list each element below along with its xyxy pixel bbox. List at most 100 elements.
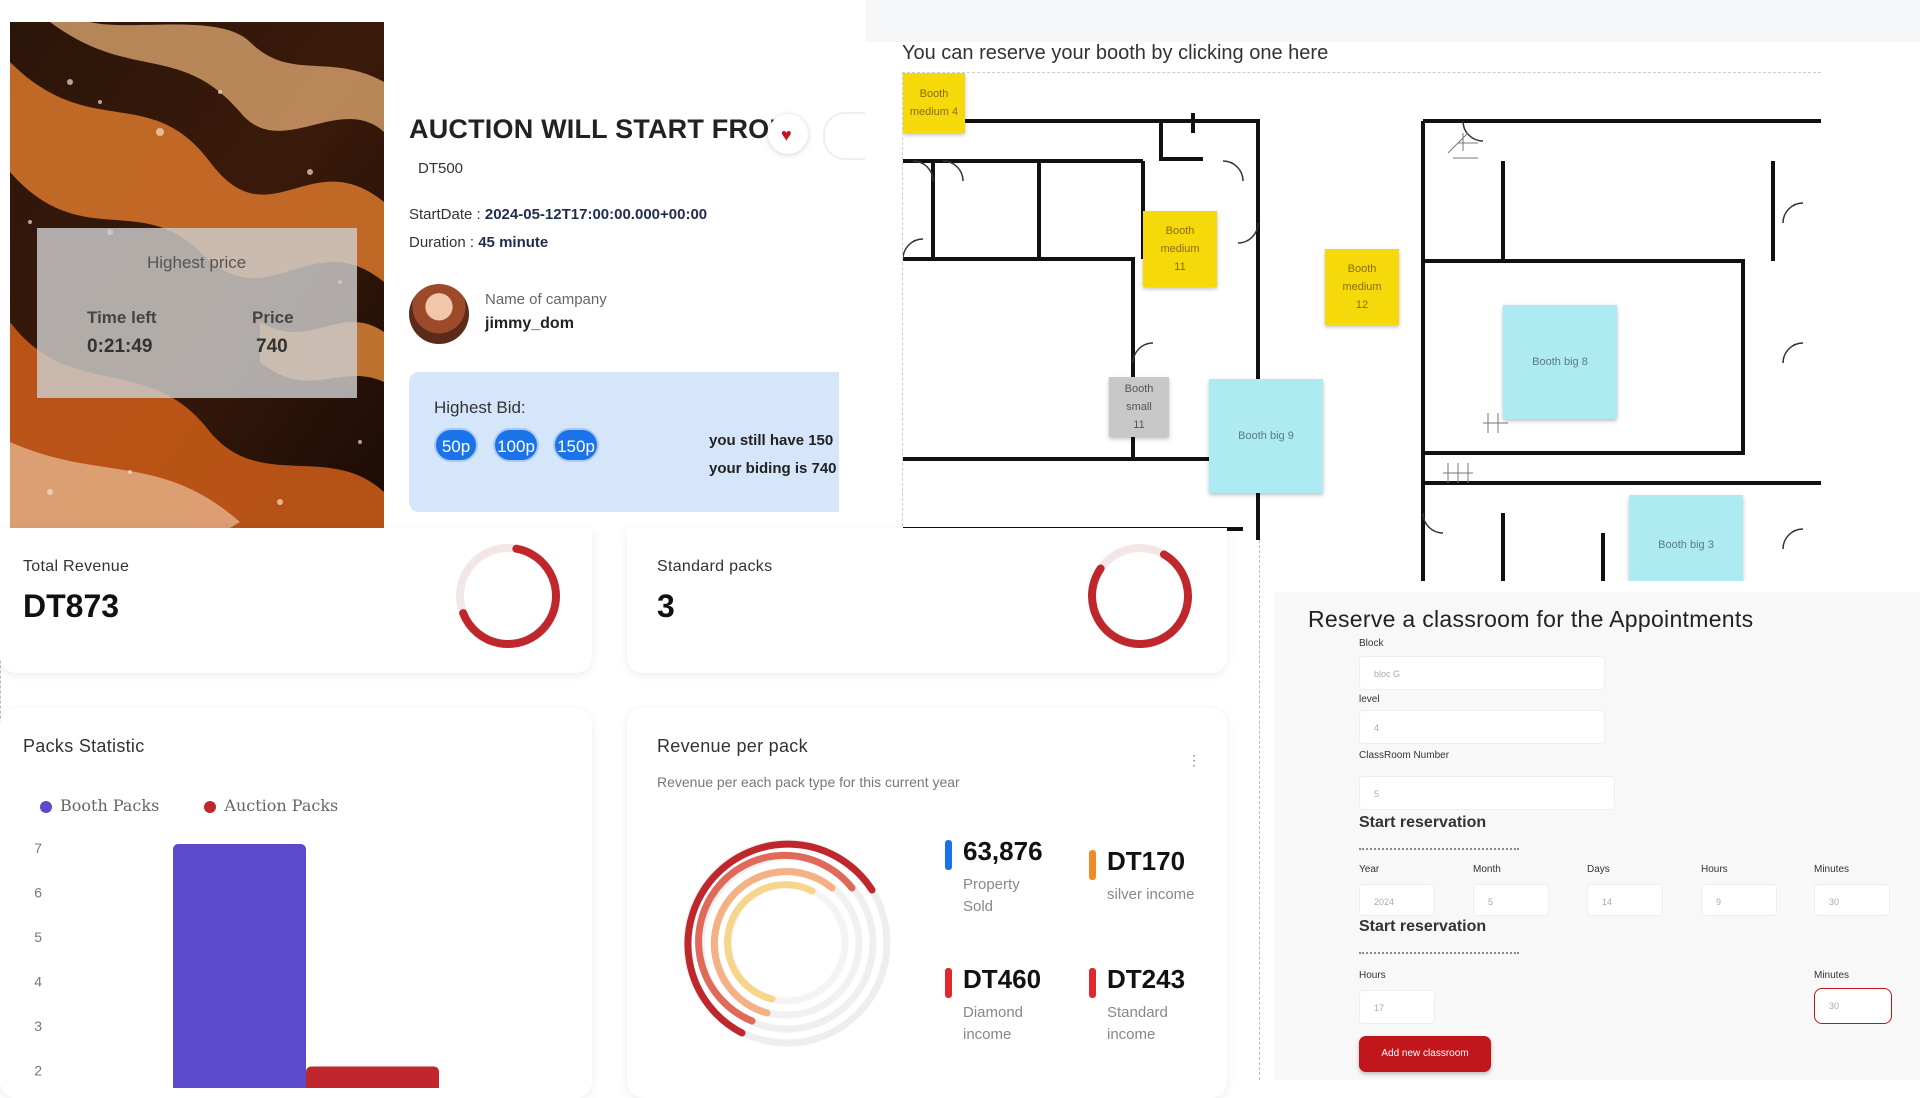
bid-100p-button[interactable]: 100p: [493, 428, 539, 462]
revenue-per-pack-title: Revenue per pack: [657, 736, 808, 756]
legend-dot-booth: [40, 800, 52, 813]
days-input[interactable]: 14: [1587, 884, 1663, 916]
total-revenue-label: Total Revenue: [23, 558, 130, 575]
highest-price-overlay: Highest price Time left 0:21:49 Price 74…: [37, 228, 357, 398]
month-input[interactable]: 5: [1473, 884, 1549, 916]
revenue-bar-red: [1089, 968, 1096, 998]
revenue-bar-blue: [945, 840, 952, 870]
y-tick-label: 7: [34, 840, 42, 856]
minutes-input[interactable]: 30: [1814, 884, 1890, 916]
your-bid-text: your biding is 740: [709, 460, 837, 477]
classroom-number-label: ClassRoom Number: [1359, 750, 1450, 761]
card-menu-icon[interactable]: ⋮: [1187, 752, 1201, 769]
highest-bid-panel: Highest Bid: 50p 100p 150p you still hav…: [409, 372, 839, 512]
carousel-next-button[interactable]: [823, 112, 865, 160]
block-label: Block: [1359, 638, 1384, 649]
booth-big-8[interactable]: Booth big 8: [1503, 305, 1617, 419]
revenue-per-pack-card: Revenue per pack Revenue per each pack t…: [627, 708, 1227, 1098]
booth-medium-4[interactable]: Booth medium 4: [903, 73, 965, 133]
booth-small-11-label: Booth small 11: [1124, 383, 1154, 431]
booth-medium-12[interactable]: Booth medium 12: [1325, 249, 1399, 325]
days-label: Days: [1587, 864, 1610, 875]
bar-booth-packs: [173, 844, 306, 1088]
booth-medium-12-label: Booth medium 12: [1342, 263, 1382, 311]
legend-dot-auction: [204, 800, 217, 813]
floor-plan: Booth medium 4 Booth medium 11 Booth medium 1…: [902, 72, 1821, 581]
revenue-item-label: Property Sold: [963, 876, 1020, 915]
level-input[interactable]: 4: [1359, 710, 1605, 744]
company-label: Name of campany: [485, 291, 607, 308]
section-divider: [1359, 952, 1519, 954]
duration-value: 45 minute: [478, 234, 549, 251]
price-value: 740: [256, 336, 288, 357]
add-classroom-button[interactable]: Add new classroom: [1359, 1036, 1491, 1072]
revenue-radial-chart: [683, 839, 891, 1047]
y-tick-label: 6: [34, 885, 42, 901]
packs-bar-chart: 7 6 5 4 3 2: [34, 840, 439, 1088]
booth-medium-4-label: Booth medium 4: [909, 88, 959, 118]
booth-big-3-label: Booth big 3: [1658, 539, 1714, 551]
end-hours-input[interactable]: 17: [1359, 990, 1435, 1024]
revenue-item-value: DT460: [963, 964, 1042, 994]
revenue-item-label: Diamond income: [963, 1004, 1024, 1043]
revenue-item-value: 63,876: [963, 836, 1043, 866]
floor-plan-heading: You can reserve your booth by clicking o…: [902, 42, 1329, 64]
year-label: Year: [1359, 864, 1380, 875]
revenue-bar-red: [945, 968, 952, 998]
revenue-item-value: DT243: [1107, 964, 1186, 994]
standard-packs-value: 3: [657, 588, 675, 624]
standard-packs-donut: [1088, 544, 1192, 648]
bar-auction-packs: [306, 1066, 439, 1088]
block-input[interactable]: bloc G: [1359, 656, 1605, 690]
standard-packs-label: Standard packs: [657, 558, 773, 575]
auction-title: AUCTION WILL START FROM: [409, 114, 793, 144]
start-date-label: StartDate :: [409, 206, 481, 223]
booth-big-8-label: Booth big 8: [1532, 356, 1588, 368]
hours-label: Hours: [1701, 864, 1728, 875]
reservation-form: Reserve a classroom for the Appointments…: [1274, 592, 1920, 1080]
booth-big-3[interactable]: Booth big 3: [1629, 495, 1743, 581]
bid-50p-button[interactable]: 50p: [434, 428, 478, 462]
remaining-bid-text: you still have 150: [709, 432, 834, 449]
revenue-item-value: DT170: [1107, 846, 1186, 876]
avatar: [409, 284, 469, 344]
end-hours-label: Hours: [1359, 970, 1386, 981]
minutes-label: Minutes: [1814, 864, 1850, 875]
booth-small-11[interactable]: Booth small 11: [1109, 377, 1169, 437]
booth-big-9-label: Booth big 9: [1238, 430, 1294, 442]
revenue-bar-orange: [1089, 850, 1096, 880]
legend-booth-packs: Booth Packs: [40, 796, 159, 815]
end-minutes-input[interactable]: 30: [1814, 988, 1892, 1024]
y-tick-label: 4: [34, 974, 42, 990]
end-minutes-label: Minutes: [1814, 970, 1850, 981]
duration-label: Duration :: [409, 234, 475, 251]
start-reservation-heading: Start reservation: [1359, 814, 1487, 831]
level-label: level: [1359, 694, 1380, 705]
floor-plan-header-bar: [866, 0, 1920, 42]
total-revenue-value: DT873: [23, 588, 120, 624]
chart-legend: Booth Packs Auction Packs: [40, 796, 338, 815]
month-label: Month: [1473, 864, 1501, 875]
total-revenue-donut: [456, 544, 560, 648]
hours-input[interactable]: 9: [1701, 884, 1777, 916]
standard-packs-card: Standard packs 3: [627, 528, 1227, 673]
y-tick-label: 5: [34, 929, 42, 945]
revenue-item-label: silver income: [1107, 886, 1195, 903]
end-reservation-heading: Start reservation: [1359, 918, 1487, 935]
section-divider: [1359, 848, 1519, 850]
favorite-button[interactable]: ♥: [768, 114, 808, 154]
booth-medium-11-label: Booth medium 11: [1160, 225, 1200, 273]
y-tick-label: 3: [34, 1018, 42, 1034]
start-date-value: 2024-05-12T17:00:00.000+00:00: [484, 206, 708, 223]
y-tick-label: 2: [34, 1063, 42, 1079]
time-left-value: 0:21:49: [87, 336, 153, 357]
classroom-number-input[interactable]: 5: [1359, 776, 1615, 810]
company-value: jimmy_dom: [485, 315, 574, 332]
booth-big-9[interactable]: Booth big 9: [1209, 379, 1323, 493]
year-input[interactable]: 2024: [1359, 884, 1435, 916]
duration-line: Duration : 45 minute: [409, 234, 548, 251]
booth-medium-11[interactable]: Booth medium 11: [1143, 211, 1217, 287]
bid-150p-button[interactable]: 150p: [553, 428, 599, 462]
heart-icon: ♥: [781, 125, 792, 145]
time-left-label: Time left: [87, 308, 157, 327]
